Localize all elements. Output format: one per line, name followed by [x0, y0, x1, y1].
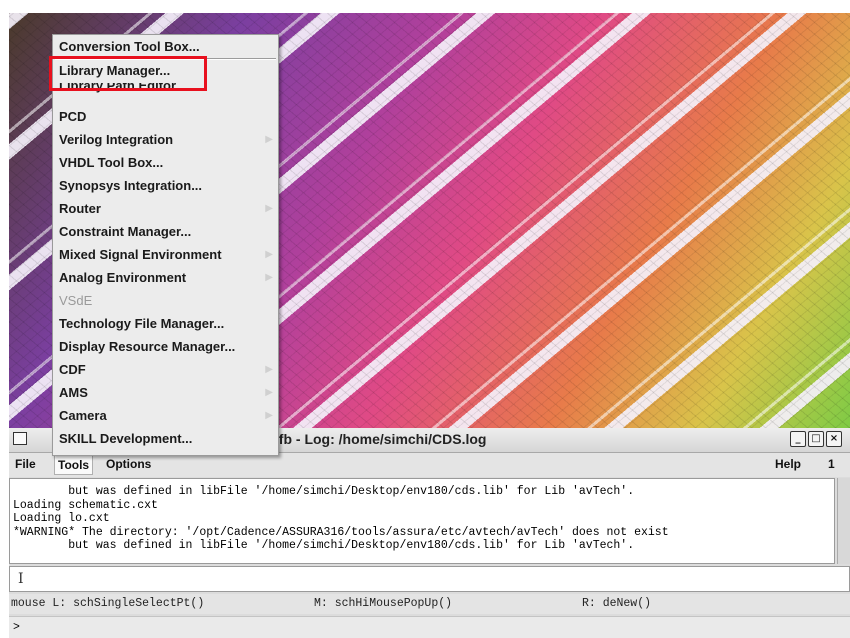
- menu-tools[interactable]: Tools: [54, 455, 94, 475]
- menu-item-ams[interactable]: AMS ▶: [53, 382, 278, 404]
- menu-item-label: SKILL Development...: [59, 431, 193, 446]
- menu-item-analog-environment[interactable]: Analog Environment ▶: [53, 267, 278, 289]
- log-line: Loading lo.cxt: [13, 512, 110, 525]
- close-icon[interactable]: ×: [826, 431, 842, 447]
- log-line: *WARNING* The directory: '/opt/Cadence/A…: [13, 525, 669, 539]
- menu-item-pcd[interactable]: PCD: [53, 106, 278, 128]
- menu-item-label: Synopsys Integration...: [59, 178, 203, 193]
- menu-item-mixed-signal-environment[interactable]: Mixed Signal Environment ▶: [53, 244, 278, 266]
- menu-item-label: PCD: [59, 109, 87, 124]
- menu-item-constraint-manager[interactable]: Constraint Manager...: [53, 221, 278, 243]
- window-menu-icon[interactable]: [13, 432, 27, 445]
- mouse-bindings: mouse L: schSingleSelectPt() M: schHiMou…: [9, 594, 850, 614]
- menu-item-label: Display Resource Manager...: [59, 339, 236, 354]
- menu-item-technology-file-manager[interactable]: Technology File Manager...: [53, 313, 278, 335]
- submenu-arrow-icon: ▶: [265, 249, 273, 260]
- command-input[interactable]: I: [9, 566, 850, 592]
- ciw-window: cfb - Log: /home/simchi/CDS.log _ □ × Fi…: [9, 428, 850, 638]
- submenu-arrow-icon: ▶: [265, 364, 273, 375]
- menu-item-vhdl-tool-box[interactable]: VHDL Tool Box...: [53, 152, 278, 174]
- menu-item-camera[interactable]: Camera ▶: [53, 405, 278, 427]
- mouse-middle-binding: M: schHiMousePopUp(): [314, 597, 453, 610]
- annotation-highlight-box: [49, 56, 207, 91]
- text-cursor-icon: I: [18, 571, 24, 587]
- menu-item-label: Camera: [59, 408, 107, 423]
- menu-item-label: VSdE: [59, 293, 93, 308]
- submenu-arrow-icon: ▶: [265, 272, 273, 283]
- menu-file[interactable]: File: [15, 457, 36, 471]
- menu-item-label: Mixed Signal Environment: [59, 247, 222, 262]
- log-scrollbar[interactable]: [837, 478, 850, 564]
- menu-item-label: Constraint Manager...: [59, 224, 192, 239]
- log-line: Loading schematic.cxt: [13, 498, 158, 512]
- minimize-icon[interactable]: _: [790, 431, 806, 447]
- menu-item-conversion-tool-box[interactable]: Conversion Tool Box...: [53, 36, 278, 58]
- menu-item-label: VHDL Tool Box...: [59, 155, 164, 170]
- menu-corner-number: 1: [828, 457, 835, 471]
- menu-item-label: Technology File Manager...: [59, 316, 225, 331]
- menu-options[interactable]: Options: [106, 457, 151, 471]
- menu-item-verilog-integration[interactable]: Verilog Integration ▶: [53, 129, 278, 151]
- prompt: >: [13, 621, 20, 634]
- mouse-left-binding: mouse L: schSingleSelectPt(): [11, 597, 205, 610]
- menu-item-label: Router: [59, 201, 101, 216]
- menu-item-label: CDF: [59, 362, 86, 377]
- menu-help[interactable]: Help: [775, 457, 801, 471]
- window-title: cfb - Log: /home/simchi/CDS.log: [271, 431, 487, 447]
- tools-dropdown-menu: Conversion Tool Box... Library Manager..…: [52, 34, 279, 456]
- menu-item-vsde: VSdE: [53, 290, 278, 312]
- log-line: but was defined in libFile '/home/simchi…: [13, 485, 635, 498]
- prompt-line: >: [9, 616, 850, 638]
- log-line: but was defined in libFile '/home/simchi…: [13, 539, 635, 552]
- menu-item-synopsys-integration[interactable]: Synopsys Integration...: [53, 175, 278, 197]
- menu-item-label: Analog Environment: [59, 270, 187, 285]
- submenu-arrow-icon: ▶: [265, 410, 273, 421]
- maximize-icon[interactable]: □: [808, 431, 824, 447]
- menu-item-label: AMS: [59, 385, 88, 400]
- menu-item-label: Verilog Integration: [59, 132, 174, 147]
- log-output[interactable]: but was defined in libFile '/home/simchi…: [9, 478, 835, 564]
- menu-item-label: Conversion Tool Box...: [59, 39, 200, 54]
- submenu-arrow-icon: ▶: [265, 387, 273, 398]
- menu-item-cdf[interactable]: CDF ▶: [53, 359, 278, 381]
- menu-item-router[interactable]: Router ▶: [53, 198, 278, 220]
- menu-item-display-resource-manager[interactable]: Display Resource Manager...: [53, 336, 278, 358]
- mouse-right-binding: R: deNew(): [582, 597, 652, 610]
- menu-item-skill-development[interactable]: SKILL Development...: [53, 428, 278, 450]
- submenu-arrow-icon: ▶: [265, 203, 273, 214]
- submenu-arrow-icon: ▶: [265, 134, 273, 145]
- menubar: File Tools Options Help 1: [9, 453, 850, 477]
